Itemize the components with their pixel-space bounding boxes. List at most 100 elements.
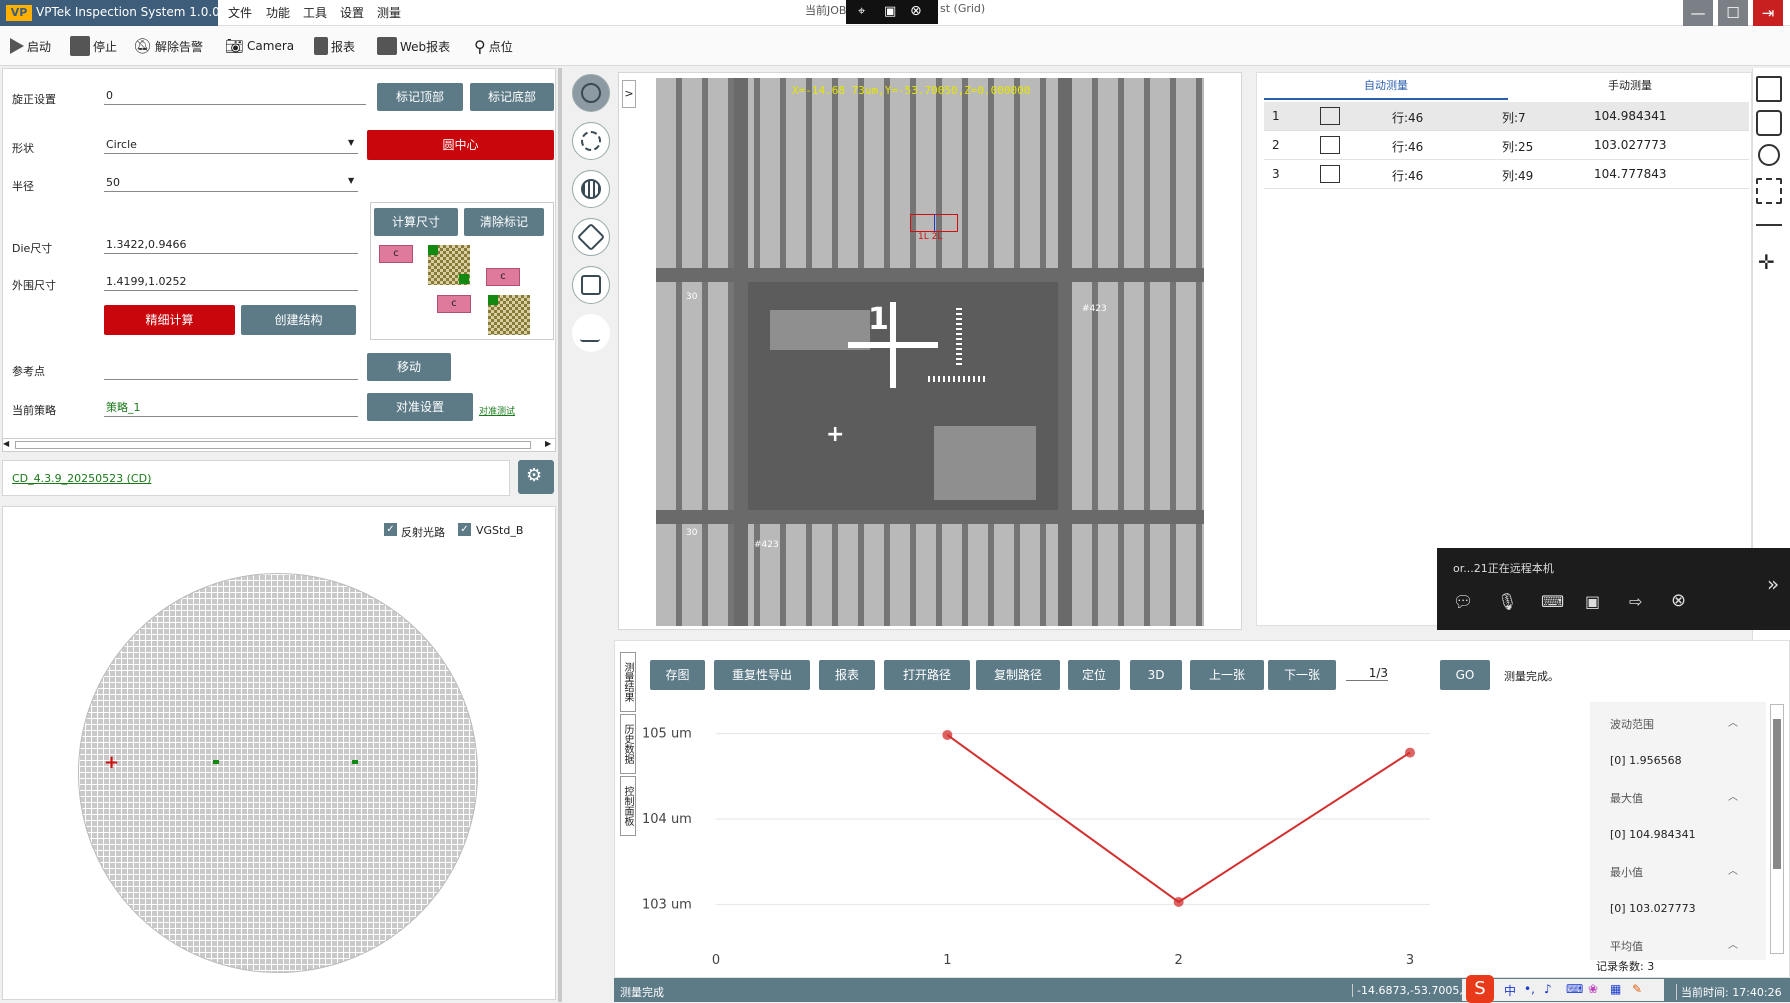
- ime-logo-icon[interactable]: S: [1466, 975, 1494, 1003]
- mark-bottom-button[interactable]: 标记底部: [470, 83, 554, 111]
- copy-path-button[interactable]: 复制路径: [976, 660, 1060, 690]
- location-button[interactable]: ⚲ 点位: [474, 34, 513, 58]
- shape-chevron-down-icon[interactable]: ▼: [348, 138, 354, 147]
- file-transfer-icon[interactable]: ⇨: [1629, 592, 1642, 611]
- create-structure-button[interactable]: 创建结构: [241, 305, 356, 335]
- prev-image-button[interactable]: 上一张: [1190, 660, 1264, 690]
- maximize-icon[interactable]: ☐: [1718, 0, 1748, 26]
- die-size-input[interactable]: 1.3422,0.9466: [104, 237, 358, 254]
- tab-measure-results[interactable]: 测量结果: [620, 652, 636, 712]
- circle-center-button[interactable]: 圆中心: [367, 130, 554, 160]
- stat-collapse-icon[interactable]: ︿: [1728, 788, 1738, 803]
- remote-screen-icon[interactable]: ▣: [884, 4, 896, 19]
- scrollbar-thumb[interactable]: [15, 441, 531, 449]
- menu-function[interactable]: 功能: [266, 4, 290, 21]
- checkbox-vgstd[interactable]: ✓: [458, 523, 471, 536]
- align-test-link[interactable]: 对准测试: [479, 404, 515, 417]
- center-focus-icon[interactable]: [1756, 178, 1782, 204]
- crosshair-tool-icon[interactable]: ✛: [1758, 250, 1775, 274]
- tab-history-data[interactable]: 历史数据: [620, 714, 636, 774]
- shape-select[interactable]: Circle: [104, 137, 358, 154]
- checkbox-reflect[interactable]: ✓: [384, 523, 397, 536]
- close-session-icon[interactable]: ⊗: [1671, 590, 1686, 611]
- clear-alarm-button[interactable]: 🔕︎ 解除告警: [133, 34, 203, 58]
- ime-skin-icon[interactable]: ❀: [1588, 982, 1598, 996]
- fine-calc-button[interactable]: 精细计算: [104, 305, 235, 335]
- collapse-session-icon[interactable]: »: [1767, 572, 1779, 596]
- wafer-view-button[interactable]: [572, 170, 610, 208]
- outer-size-input[interactable]: 1.4199,1.0252: [104, 274, 358, 291]
- remote-pointer-icon[interactable]: ⌖: [858, 4, 865, 19]
- save-image-button[interactable]: 存图: [650, 660, 705, 690]
- exit-icon[interactable]: ⇥: [1753, 0, 1783, 26]
- grid-view-icon[interactable]: [1756, 76, 1782, 102]
- stats-scrollbar[interactable]: [1770, 704, 1784, 954]
- stat-collapse-icon[interactable]: ︿: [1728, 862, 1738, 877]
- go-button[interactable]: GO: [1440, 660, 1490, 690]
- image-view-button[interactable]: [572, 266, 610, 304]
- microphone-icon[interactable]: 🎙︎: [1497, 592, 1517, 611]
- refresh-recipe-button[interactable]: ⚙: [518, 460, 554, 494]
- repeatability-export-button[interactable]: 重复性导出: [714, 660, 810, 690]
- fit-screen-icon[interactable]: [1756, 110, 1782, 136]
- inspection-image[interactable]: + 1 1L 2L 30 30 #423 #423 X=-14.68 73um,…: [656, 78, 1204, 626]
- locate-button[interactable]: 定位: [1068, 660, 1120, 690]
- page-indicator[interactable]: 1/3: [1346, 666, 1388, 681]
- table-row[interactable]: 3 行:46 列:49 104.777843: [1264, 160, 1749, 189]
- globe-view-button[interactable]: [572, 122, 610, 160]
- report-button[interactable]: 报表: [314, 34, 355, 58]
- menu-settings[interactable]: 设置: [340, 4, 364, 21]
- table-row[interactable]: 1 行:46 列:7 104.984341: [1264, 102, 1749, 131]
- strategy-input[interactable]: 策略_1: [104, 400, 358, 417]
- chat-icon[interactable]: 💬︎: [1453, 592, 1473, 611]
- minimize-icon[interactable]: —: [1683, 0, 1713, 26]
- vertical-splitter[interactable]: [558, 68, 562, 1002]
- ime-tools-icon[interactable]: ▦: [1610, 982, 1621, 996]
- radius-select[interactable]: 50: [104, 175, 358, 192]
- rotate-input[interactable]: 0: [104, 88, 366, 105]
- scroll-right-icon[interactable]: ▶: [545, 439, 551, 448]
- ime-keyboard-icon[interactable]: ⌨: [1566, 982, 1583, 996]
- text-icon[interactable]: ▣: [1585, 592, 1600, 611]
- start-button[interactable]: 启动: [10, 34, 51, 58]
- report-export-button[interactable]: 报表: [819, 660, 875, 690]
- stat-collapse-icon[interactable]: ︿: [1728, 714, 1738, 729]
- stop-button[interactable]: 停止: [70, 34, 117, 58]
- stats-scrollbar-thumb[interactable]: [1773, 719, 1781, 869]
- recipe-link[interactable]: CD_4.3.9_20250523 (CD): [12, 472, 151, 485]
- mark-top-button[interactable]: 标记顶部: [377, 83, 463, 111]
- keyboard-icon[interactable]: ⌨: [1541, 592, 1564, 611]
- ime-extra-icon[interactable]: ✎: [1632, 982, 1642, 996]
- camera-button[interactable]: 📷︎ Camera: [225, 34, 294, 58]
- menu-file[interactable]: 文件: [228, 4, 252, 21]
- scroll-left-icon[interactable]: ◀: [3, 439, 9, 448]
- ruler-view-button[interactable]: [572, 218, 610, 256]
- next-image-button[interactable]: 下一张: [1268, 660, 1336, 690]
- menu-measure[interactable]: 测量: [377, 4, 401, 21]
- wafer-map-grid[interactable]: [78, 573, 478, 973]
- clear-mark-button[interactable]: 清除标记: [464, 208, 544, 236]
- tab-control-panel[interactable]: 控制面板: [620, 776, 636, 836]
- ime-punctuation-icon[interactable]: •,: [1524, 982, 1535, 996]
- radius-chevron-down-icon[interactable]: ▼: [348, 176, 354, 185]
- horizontal-scrollbar[interactable]: ◀ ▶: [2, 438, 556, 452]
- calc-size-button[interactable]: 计算尺寸: [374, 208, 458, 236]
- move-button[interactable]: 移动: [367, 353, 451, 381]
- circle-tool-icon[interactable]: [1758, 144, 1780, 166]
- tab-auto-measure[interactable]: 自动测量: [1264, 74, 1508, 100]
- stat-collapse-icon[interactable]: ︿: [1728, 936, 1738, 951]
- ref-point-input[interactable]: [104, 363, 358, 380]
- ime-mic-icon[interactable]: ♪: [1544, 982, 1552, 996]
- open-path-button[interactable]: 打开路径: [884, 660, 970, 690]
- line-tool-icon[interactable]: [1756, 224, 1782, 226]
- expand-panel-button[interactable]: >: [622, 80, 636, 108]
- tab-manual-measure[interactable]: 手动测量: [1508, 74, 1752, 100]
- checklist-view-button[interactable]: [572, 314, 610, 352]
- align-settings-button[interactable]: 对准设置: [367, 393, 473, 421]
- menu-tools[interactable]: 工具: [303, 4, 327, 21]
- remote-close-icon[interactable]: ⊗: [910, 3, 922, 19]
- web-report-button[interactable]: Web报表: [377, 34, 450, 58]
- table-row[interactable]: 2 行:46 列:25 103.027773: [1264, 131, 1749, 160]
- view-3d-button[interactable]: 3D: [1130, 660, 1182, 690]
- ime-chinese-icon[interactable]: 中: [1504, 982, 1516, 999]
